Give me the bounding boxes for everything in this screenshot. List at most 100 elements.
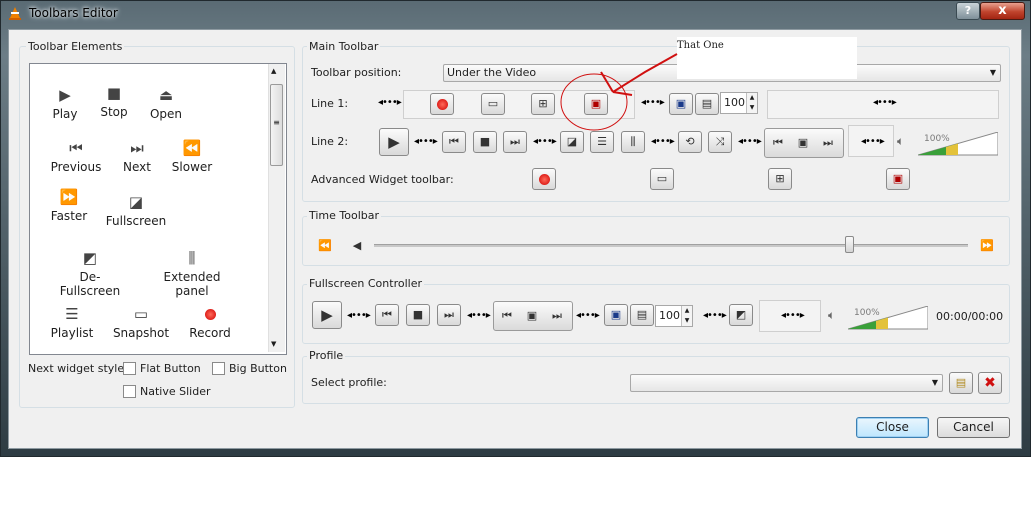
film-frame-icon: ▣ [892,172,904,185]
speaker-icon[interactable]: 🔈︎ [897,134,904,149]
faster-icon[interactable]: ⏩ [976,235,998,257]
spacer-icon[interactable]: ◂•••▸ [651,136,675,147]
spin-down-icon[interactable]: ▼ [681,316,692,326]
fs-next-button[interactable]: ⏭ [437,304,461,326]
spacer-icon[interactable]: ◂•••▸ [576,310,600,321]
spin-up-icon[interactable]: ▲ [746,93,757,103]
spin-up-icon[interactable]: ▲ [681,306,692,316]
video-window-icon: ▣ [610,308,622,321]
stop-button[interactable]: ■ [473,131,497,153]
fs-play-button[interactable]: ▶ [312,301,342,329]
loop-ab-button[interactable]: ⊞ [531,93,555,115]
slower-icon: ⏪ [182,139,202,157]
big-button-checkbox[interactable] [212,362,225,375]
palette-label: Open [149,107,183,121]
adv-record-button[interactable] [532,168,556,190]
palette-scrollbar[interactable]: ▲ ≡ ▼ [268,64,285,352]
palette-snapshot[interactable]: ▭ Snapshot [106,305,176,340]
shuffle-button[interactable]: ⤨ [708,131,732,153]
seek-slider-thumb[interactable] [845,236,855,253]
play-button[interactable]: ▶ [379,128,409,156]
fs-video-effects-button[interactable]: ▣ [604,304,628,326]
stop-icon: ■ [479,135,491,148]
scroll-up-icon[interactable]: ▲ [271,67,276,75]
palette-label: Faster [50,209,88,223]
stop-icon: ■ [412,308,424,321]
chevron-down-icon: ▼ [989,68,996,77]
adv-snapshot-button[interactable]: ▭ [650,168,674,190]
palette-extended-panel[interactable]: ⫼ Extended panel [150,249,234,298]
fs-stop-button[interactable]: ■ [406,304,430,326]
frame-back-icon[interactable]: ◀ [346,235,368,257]
slower-icon[interactable]: ⏪ [314,235,336,257]
palette-faster[interactable]: ⏩ Faster [34,188,104,223]
spacer-icon[interactable]: ◂•••▸ [467,310,491,321]
adv-loop-ab-button[interactable]: ⊞ [768,168,792,190]
next-chapter-icon[interactable]: ⏭ [546,305,568,327]
extended-panel-icon: ⫼ [188,249,196,267]
profile-select[interactable]: ▼ [630,374,943,392]
settings-window-icon: ▤ [636,308,648,321]
spacer-icon[interactable]: ◂•••▸ [703,310,727,321]
scroll-down-icon[interactable]: ▼ [271,340,276,348]
extended-settings-button[interactable]: ▤ [695,93,719,115]
snapshot-button[interactable]: ▭ [481,93,505,115]
next-chapter-icon[interactable]: ⏭ [817,132,839,154]
previous-chapter-icon[interactable]: ⏮ [767,132,789,154]
spacer-icon[interactable]: ◂•••▸ [414,136,438,147]
palette-fullscreen[interactable]: ◪ Fullscreen [101,193,171,228]
palette-slower[interactable]: ⏪ Slower [157,139,227,174]
seek-slider-track[interactable] [374,244,968,247]
adv-frame-button[interactable]: ▣ [886,168,910,190]
delete-x-icon: ✖ [984,375,996,391]
next-button[interactable]: ⏭ [503,131,527,153]
zoom-spinbox[interactable]: 100 ▲ ▼ [720,92,758,114]
previous-icon: ⏮ [449,135,459,148]
palette-open[interactable]: ⏏ Open [131,86,201,121]
delete-profile-button[interactable]: ✖ [978,372,1002,394]
spacer-icon[interactable]: ◂•••▸ [378,97,402,108]
dvd-menu-icon[interactable]: ▣ [792,132,814,154]
palette-record[interactable]: Record [175,305,245,340]
flat-button-checkbox[interactable] [123,362,136,375]
native-slider-checkbox[interactable] [123,385,136,398]
palette-playlist[interactable]: ☰ Playlist [37,305,107,340]
settings-window-icon: ▤ [701,97,713,110]
palette-label: Play [52,107,78,121]
close-button[interactable]: Close [856,417,929,438]
fs-extended-settings-button[interactable]: ▤ [630,304,654,326]
line1-label: Line 1: [311,97,349,110]
spacer-icon[interactable]: ◂•••▸ [873,97,897,108]
previous-icon: ⏮ [69,139,83,157]
spin-down-icon[interactable]: ▼ [746,103,757,113]
save-profile-button[interactable]: ▤ [949,372,973,394]
defullscreen-icon: ◩ [735,308,747,321]
palette-label: Playlist [50,326,94,340]
fs-previous-button[interactable]: ⏮ [375,304,399,326]
spacer-icon[interactable]: ◂•••▸ [861,136,885,147]
palette-defullscreen[interactable]: ◩ De-Fullscreen [54,249,126,298]
dvd-menu-icon[interactable]: ▣ [521,305,543,327]
help-button[interactable]: ? [956,2,980,20]
cancel-button[interactable]: Cancel [937,417,1010,438]
record-button[interactable] [430,93,454,115]
spacer-icon[interactable]: ◂•••▸ [738,136,762,147]
flat-button-label: Flat Button [140,362,201,375]
palette-previous[interactable]: ⏮ Previous [41,139,111,174]
previous-button[interactable]: ⏮ [442,131,466,153]
spacer-icon[interactable]: ◂•••▸ [533,136,557,147]
play-icon: ▶ [388,133,400,151]
scroll-thumb[interactable]: ≡ [270,84,283,166]
previous-chapter-icon[interactable]: ⏮ [496,305,518,327]
speaker-icon[interactable]: 🔈︎ [828,308,835,323]
fullscreen-controller-title: Fullscreen Controller [307,277,424,290]
chapter-nav-group[interactable]: ⏮ ▣ ⏭ [764,128,844,158]
title-bar[interactable] [0,0,1031,28]
fs-defullscreen-button[interactable]: ◩ [729,304,753,326]
fs-chapter-nav-group[interactable]: ⏮ ▣ ⏭ [493,301,573,331]
spacer-icon[interactable]: ◂•••▸ [781,310,805,321]
ab-loop-icon: ⊞ [538,97,548,110]
spacer-icon[interactable]: ◂•••▸ [347,310,371,321]
window-close-button[interactable]: x [980,2,1025,20]
fs-zoom-spinbox[interactable]: 100 ▲ ▼ [655,305,693,327]
